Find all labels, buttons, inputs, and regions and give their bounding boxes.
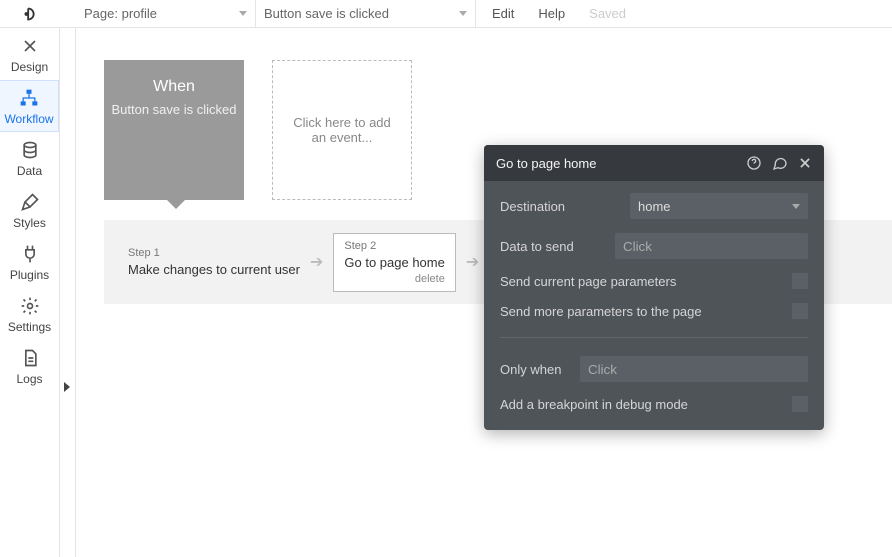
panel-header[interactable]: Go to page home xyxy=(484,145,824,181)
event-card[interactable]: When Button save is clicked xyxy=(104,60,244,200)
step-1[interactable]: Step 1 Make changes to current user xyxy=(128,247,300,277)
gear-icon xyxy=(19,295,41,317)
step-1-label: Step 1 xyxy=(128,247,300,259)
panel-title: Go to page home xyxy=(496,156,746,171)
rail-data-label: Data xyxy=(17,164,42,178)
brush-icon xyxy=(19,191,41,213)
rail-plugins[interactable]: Plugins xyxy=(0,236,59,288)
close-icon[interactable] xyxy=(798,155,812,171)
send-current-label: Send current page parameters xyxy=(500,274,792,289)
event-when: When xyxy=(153,78,195,96)
property-panel: Go to page home Destination home Data to… xyxy=(484,145,824,430)
only-when-input[interactable] xyxy=(580,356,808,382)
breakpoint-checkbox[interactable] xyxy=(792,396,808,412)
plug-icon xyxy=(19,243,41,265)
rail-settings[interactable]: Settings xyxy=(0,288,59,340)
event-desc: Button save is clicked xyxy=(111,102,236,117)
send-current-checkbox[interactable] xyxy=(792,273,808,289)
rail-design[interactable]: Design xyxy=(0,28,59,80)
arrow-right-icon: ➔ xyxy=(466,252,479,272)
caret-down-icon xyxy=(792,204,800,209)
add-event-card[interactable]: Click here to add an event... xyxy=(272,60,412,200)
menu-saved: Saved xyxy=(589,6,626,21)
rail-data[interactable]: Data xyxy=(0,132,59,184)
menu-edit[interactable]: Edit xyxy=(492,6,514,21)
send-more-label: Send more parameters to the page xyxy=(500,304,792,319)
divider xyxy=(500,337,808,338)
document-icon xyxy=(19,347,41,369)
send-more-checkbox[interactable] xyxy=(792,303,808,319)
workflow-canvas: When Button save is clicked Click here t… xyxy=(76,28,892,557)
rail-plugins-label: Plugins xyxy=(10,268,49,282)
breakpoint-label: Add a breakpoint in debug mode xyxy=(500,397,792,412)
rail-styles-label: Styles xyxy=(13,216,46,230)
step-2-label: Step 2 xyxy=(344,240,444,252)
help-icon[interactable] xyxy=(746,155,762,171)
step-2-title: Go to page home xyxy=(344,255,444,270)
rail-workflow[interactable]: Workflow xyxy=(0,80,59,132)
design-icon xyxy=(19,35,41,57)
rail-styles[interactable]: Styles xyxy=(0,184,59,236)
workflow-icon xyxy=(18,87,40,109)
event-dropdown-label: Button save is clicked xyxy=(264,6,389,21)
database-icon xyxy=(19,139,41,161)
data-to-send-label: Data to send xyxy=(500,239,615,254)
page-dropdown[interactable]: Page: profile xyxy=(76,0,256,27)
comment-icon[interactable] xyxy=(772,155,788,171)
topbar: Page: profile Button save is clicked Edi… xyxy=(0,0,892,28)
step-2-delete[interactable]: delete xyxy=(344,273,444,285)
destination-value: home xyxy=(638,199,671,214)
only-when-label: Only when xyxy=(500,362,580,377)
destination-select[interactable]: home xyxy=(630,193,808,219)
rail-workflow-label: Workflow xyxy=(4,112,53,126)
arrow-right-icon: ➔ xyxy=(310,252,323,272)
caret-down-icon xyxy=(239,11,247,16)
rail-logs-label: Logs xyxy=(16,372,42,386)
data-to-send-input[interactable] xyxy=(615,233,808,259)
destination-label: Destination xyxy=(500,199,630,214)
step-1-title: Make changes to current user xyxy=(128,262,300,277)
rail-settings-label: Settings xyxy=(8,320,51,334)
rail-logs[interactable]: Logs xyxy=(0,340,59,392)
rail-design-label: Design xyxy=(11,60,48,74)
second-rail xyxy=(60,28,76,557)
caret-down-icon xyxy=(459,11,467,16)
app-logo xyxy=(0,0,60,28)
step-2[interactable]: Step 2 Go to page home delete xyxy=(333,233,455,292)
left-rail: Design Workflow Data Styles Plugins Sett… xyxy=(0,28,60,557)
event-dropdown[interactable]: Button save is clicked xyxy=(256,0,476,27)
add-event-label: Click here to add an event... xyxy=(285,115,399,145)
event-pointer-icon xyxy=(166,199,186,209)
page-dropdown-label: Page: profile xyxy=(84,6,157,21)
menu-help[interactable]: Help xyxy=(538,6,565,21)
